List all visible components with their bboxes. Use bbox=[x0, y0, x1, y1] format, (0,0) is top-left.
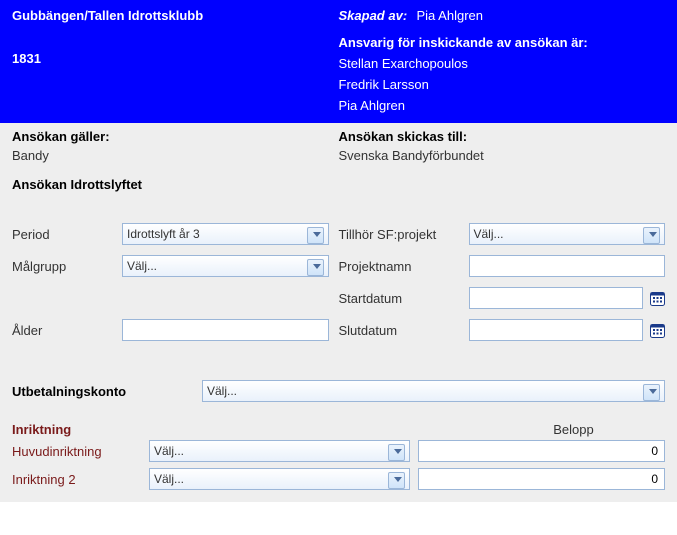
sent-to-label: Ansökan skickas till: bbox=[339, 129, 666, 144]
inriktning-title: Inriktning bbox=[12, 422, 482, 437]
alder-input[interactable] bbox=[122, 319, 329, 341]
responsible-name: Pia Ahlgren bbox=[339, 98, 666, 113]
period-label: Period bbox=[12, 227, 122, 242]
huvudinriktning-label: Huvudinriktning bbox=[12, 444, 149, 459]
malgrupp-select[interactable]: Välj... bbox=[122, 255, 329, 277]
header-panel: Gubbängen/Tallen Idrottsklubb 1831 Skapa… bbox=[0, 0, 677, 123]
utbetalningskonto-select[interactable]: Välj... bbox=[202, 380, 665, 402]
huvudinriktning-select[interactable]: Välj... bbox=[149, 440, 410, 462]
created-by-label: Skapad av: bbox=[339, 8, 408, 23]
club-name: Gubbängen/Tallen Idrottsklubb bbox=[12, 8, 339, 23]
chevron-down-icon bbox=[394, 477, 402, 482]
startdatum-input[interactable] bbox=[469, 287, 644, 309]
utbetalningskonto-label: Utbetalningskonto bbox=[12, 384, 202, 399]
startdatum-label: Startdatum bbox=[339, 291, 469, 306]
section-title: Ansökan Idrottslyftet bbox=[12, 177, 665, 192]
projektnamn-input[interactable] bbox=[469, 255, 666, 277]
responsible-name: Stellan Exarchopoulos bbox=[339, 56, 666, 71]
responsible-name: Fredrik Larsson bbox=[339, 77, 666, 92]
calendar-icon[interactable] bbox=[649, 290, 665, 306]
sfprojekt-select[interactable]: Välj... bbox=[469, 223, 666, 245]
chevron-down-icon bbox=[394, 449, 402, 454]
chevron-down-icon bbox=[649, 389, 657, 394]
created-by-value: Pia Ahlgren bbox=[417, 8, 484, 23]
huvudinriktning-amount[interactable] bbox=[418, 440, 665, 462]
malgrupp-label: Målgrupp bbox=[12, 259, 122, 274]
chevron-down-icon bbox=[649, 232, 657, 237]
projektnamn-label: Projektnamn bbox=[339, 259, 469, 274]
sent-to-value: Svenska Bandyförbundet bbox=[339, 148, 666, 163]
inriktning2-select[interactable]: Välj... bbox=[149, 468, 410, 490]
club-number: 1831 bbox=[12, 51, 339, 66]
application-for-value: Bandy bbox=[12, 148, 339, 163]
calendar-icon[interactable] bbox=[649, 322, 665, 338]
inriktning2-amount[interactable] bbox=[418, 468, 665, 490]
slutdatum-label: Slutdatum bbox=[339, 323, 469, 338]
chevron-down-icon bbox=[313, 232, 321, 237]
period-select[interactable]: Idrottslyft år 3 bbox=[122, 223, 329, 245]
alder-label: Ålder bbox=[12, 323, 122, 338]
application-for-label: Ansökan gäller: bbox=[12, 129, 339, 144]
inriktning2-label: Inriktning 2 bbox=[12, 472, 149, 487]
belopp-title: Belopp bbox=[482, 422, 665, 437]
responsible-label: Ansvarig för inskickande av ansökan är: bbox=[339, 35, 666, 50]
slutdatum-input[interactable] bbox=[469, 319, 644, 341]
sfprojekt-label: Tillhör SF:projekt bbox=[339, 227, 469, 242]
chevron-down-icon bbox=[313, 264, 321, 269]
